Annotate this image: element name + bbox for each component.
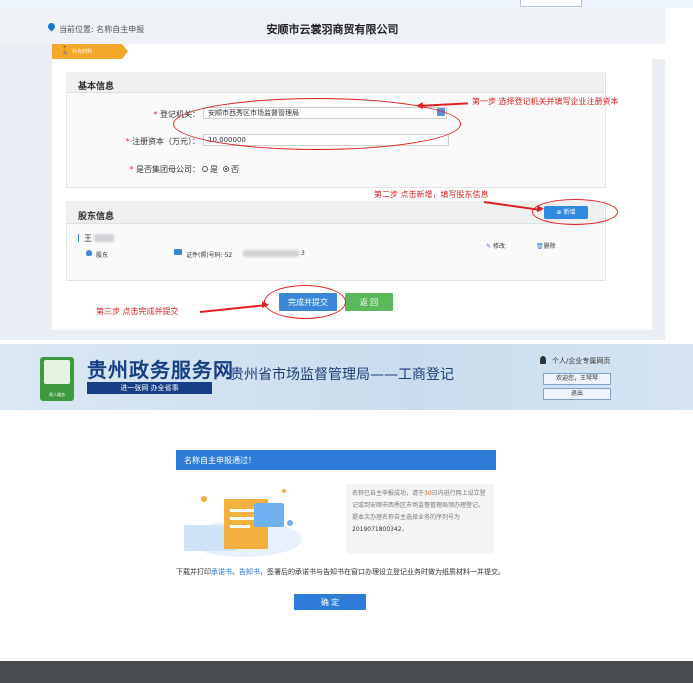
registered-capital-label: * 注册资本（万元）： bbox=[100, 136, 200, 147]
tab-strip bbox=[52, 44, 665, 59]
document-illustration-icon bbox=[184, 489, 302, 557]
logout-button[interactable]: 退出 bbox=[543, 388, 611, 400]
annotation-step2: 第二步 点击新增，填写股东信息 bbox=[374, 190, 489, 199]
annotation-arrowhead-step2: ▶ bbox=[537, 204, 544, 214]
logo-label: 贵人服务 bbox=[49, 392, 65, 397]
download-prefix: 下载并打印 bbox=[176, 568, 211, 576]
delete-shareholder-link[interactable]: 🗑删除 bbox=[536, 241, 556, 250]
basic-info-title: 基本信息 bbox=[78, 82, 115, 92]
annotation-arrowhead-step3: ▶ bbox=[262, 300, 269, 310]
radio-no-label: 否 bbox=[231, 165, 239, 174]
shareholder-name: 王 bbox=[84, 234, 92, 243]
registered-capital-label-text: 注册资本（万元）： bbox=[132, 137, 200, 146]
name-marker bbox=[78, 234, 79, 242]
radio-yes-label: 是 bbox=[210, 165, 218, 174]
group-parent-label: * 是否集团母公司： bbox=[100, 164, 200, 175]
annotation-step3: 第三步 点击完成并提交 bbox=[96, 307, 179, 316]
user-home-link[interactable]: 个人/企业专属网页 bbox=[552, 356, 610, 366]
notice-box: 名称已自主申报成功，请于30日内进行网上设立登记或到安顺市西秀区市场监督管理局领… bbox=[346, 484, 494, 554]
portal-subtitle: 贵州省市场监督管理局——工商登记 bbox=[230, 367, 454, 383]
annotation-ellipse-step2 bbox=[532, 199, 618, 225]
edit-shareholder-link[interactable]: ✎ 修改 bbox=[486, 241, 505, 250]
top-strip-control[interactable] bbox=[520, 0, 582, 7]
company-title: 安顺市云裳羽商贸有限公司 bbox=[266, 23, 399, 36]
redacted-id bbox=[243, 250, 299, 257]
id-card-icon bbox=[174, 249, 182, 255]
annotation-arrowhead-step1: ◀ bbox=[416, 101, 423, 111]
top-strip bbox=[0, 0, 693, 8]
download-instructions: 下载并打印承诺书、告知书，签署后的承诺书与告知书在窗口办理设立登记业务时做为纸质… bbox=[176, 567, 506, 578]
id-number-label: 证件(照)号码: 52 bbox=[186, 252, 233, 259]
walker-icon: 🚶 bbox=[60, 46, 70, 55]
commitment-letter-link[interactable]: 承诺书 bbox=[211, 568, 232, 576]
portal-slogan: 进一张网 办全省事 bbox=[87, 382, 212, 394]
notice-end: 。 bbox=[401, 526, 408, 533]
qr-mark-icon bbox=[44, 360, 70, 384]
id-number-suffix: 3 bbox=[301, 250, 305, 257]
redacted-name bbox=[94, 234, 114, 242]
annotation-ellipse-step3 bbox=[264, 285, 346, 319]
download-rest: ，签署后的承诺书与告知书在窗口办理设立登记业务时做为纸质材料一并提交。 bbox=[260, 568, 505, 576]
back-button[interactable]: 返 回 bbox=[345, 293, 393, 311]
radio-yes[interactable] bbox=[202, 166, 208, 172]
shareholder-header bbox=[66, 201, 604, 224]
shareholder-title: 股东信息 bbox=[78, 212, 115, 222]
notice-text-1: 名称已自主申报成功，请于 bbox=[352, 490, 425, 497]
radio-no[interactable] bbox=[223, 166, 229, 172]
basic-info-header bbox=[66, 72, 604, 93]
success-title: 名称自主申报通过！ bbox=[184, 456, 256, 465]
trash-icon: 🗑 bbox=[536, 243, 544, 250]
pencil-icon: ✎ bbox=[486, 243, 492, 250]
portal-title: 贵州政务服务网 bbox=[87, 358, 234, 382]
delete-label: 删除 bbox=[543, 243, 556, 250]
welcome-button[interactable]: 欢迎您，王琴琴 bbox=[543, 373, 611, 385]
download-sep: 、 bbox=[232, 568, 239, 576]
notice-days: 30 bbox=[424, 490, 432, 497]
edit-label: 修改 bbox=[492, 243, 505, 250]
user-icon bbox=[540, 356, 546, 364]
tab-label: 补充材料 bbox=[72, 49, 93, 55]
shareholder-role: 股东 bbox=[96, 252, 109, 259]
confirm-button[interactable]: 确 定 bbox=[294, 594, 366, 610]
person-icon bbox=[86, 250, 92, 256]
notice-serial: 2019071800342 bbox=[352, 526, 402, 533]
footer bbox=[0, 661, 693, 683]
notice-letter-link[interactable]: 告知书 bbox=[239, 568, 260, 576]
annotation-step1: 第一步 选择登记机关并填写企业注册资本 bbox=[472, 97, 619, 106]
group-parent-label-text: 是否集团母公司： bbox=[136, 165, 200, 174]
